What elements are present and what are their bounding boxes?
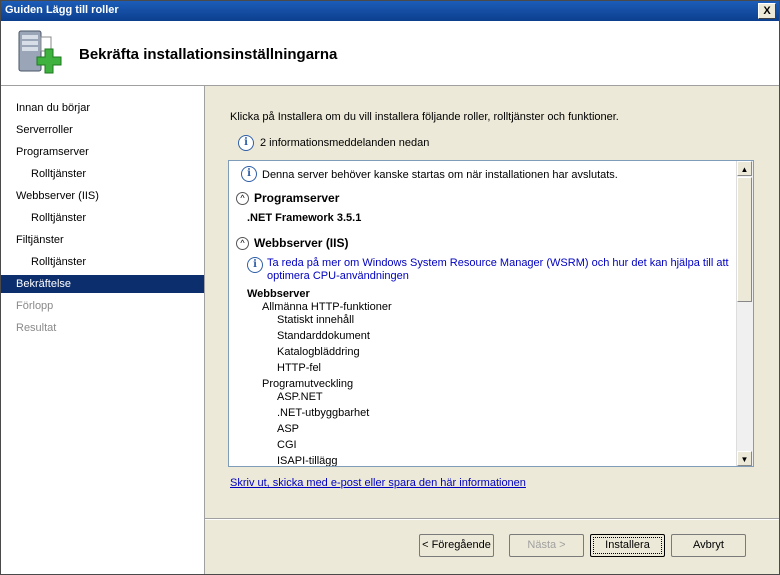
list-item: Standarddokument [277, 330, 370, 342]
collapse-webbserver-icon[interactable]: ^ [236, 237, 249, 250]
collapse-programserver-icon[interactable]: ^ [236, 192, 249, 205]
summary-list-content: i Denna server behöver kanske startas om… [229, 161, 736, 466]
wizard-header: Bekräfta installationsinställningarna [1, 21, 779, 86]
wsrm-link[interactable]: Ta reda på mer om Windows System Resourc… [267, 257, 729, 269]
step-programserver-rolltjanster[interactable]: Rolltjänster [1, 165, 204, 183]
step-label: Serverroller [16, 124, 73, 136]
previous-button[interactable]: < Föregående [419, 534, 494, 557]
footer-divider [205, 518, 779, 520]
scroll-down-icon[interactable]: ▼ [737, 451, 752, 466]
step-filtjanster-rolltjanster[interactable]: Rolltjänster [1, 253, 204, 271]
info-count-text: 2 informationsmeddelanden nedan [260, 137, 430, 149]
step-label: Filtjänster [16, 234, 64, 246]
summary-listbox[interactable]: i Denna server behöver kanske startas om… [228, 160, 754, 467]
page-title: Bekräfta installationsinställningarna [79, 46, 338, 63]
info-icon: i [247, 257, 263, 273]
step-label: Förlopp [16, 300, 54, 312]
list-item: Katalogbläddring [277, 346, 360, 358]
info-icon: i [238, 135, 254, 151]
close-button[interactable]: X [758, 3, 776, 19]
step-label: Webbserver (IIS) [16, 190, 99, 202]
scroll-thumb[interactable] [737, 177, 752, 302]
print-email-save-link[interactable]: Skriv ut, skicka med e-post eller spara … [230, 477, 526, 489]
restart-notice: Denna server behöver kanske startas om n… [262, 169, 618, 181]
step-label: Rolltjänster [31, 256, 87, 268]
step-programserver[interactable]: Programserver [1, 143, 204, 161]
vertical-scrollbar[interactable]: ▲ ▼ [736, 161, 753, 466]
sub-allmanna-http: Allmänna HTTP-funktioner [262, 301, 392, 313]
group-webbserver: Webbserver [247, 288, 310, 300]
list-item: CGI [277, 439, 297, 451]
step-forlopp: Förlopp [1, 297, 204, 315]
install-button[interactable]: Installera [590, 534, 665, 557]
step-bekraftelse[interactable]: Bekräftelse [1, 275, 204, 293]
cancel-button[interactable]: Avbryt [671, 534, 746, 557]
step-webbserver-rolltjanster[interactable]: Rolltjänster [1, 209, 204, 227]
wizard-steps-sidebar: Innan du börjar Serverroller Programserv… [1, 86, 205, 574]
step-label: Rolltjänster [31, 212, 87, 224]
list-item: ASP [277, 423, 300, 435]
net-framework-item: .NET Framework 3.5.1 [247, 212, 362, 224]
wizard-window: Guiden Lägg till roller X Bekräfta insta… [0, 0, 780, 575]
step-resultat: Resultat [1, 319, 204, 337]
window-title: Guiden Lägg till roller [5, 4, 119, 16]
main-content: Klicka på Installera om du vill installe… [205, 86, 779, 518]
next-button: Nästa > [509, 534, 584, 557]
server-add-role-icon [18, 30, 62, 74]
list-item: ASP.NET [277, 391, 323, 403]
step-label: Bekräftelse [16, 278, 72, 290]
section-webbserver-title: Webbserver (IIS) [254, 236, 349, 250]
step-label: Resultat [16, 322, 57, 334]
sub-programutveckling: Programutveckling [262, 378, 354, 390]
step-filtjanster[interactable]: Filtjänster [1, 231, 204, 249]
list-item: ISAPI-tillägg [277, 455, 338, 466]
scroll-up-icon[interactable]: ▲ [737, 161, 752, 176]
title-bar: Guiden Lägg till roller X [1, 1, 779, 21]
info-icon: i [241, 166, 257, 182]
section-programserver-title: Programserver [254, 191, 340, 205]
step-serverroller[interactable]: Serverroller [1, 121, 204, 139]
instruction-text: Klicka på Installera om du vill installe… [230, 111, 619, 123]
step-label: Innan du börjar [16, 102, 90, 114]
list-item: HTTP-fel [277, 362, 321, 374]
step-label: Rolltjänster [31, 168, 87, 180]
step-webbserver[interactable]: Webbserver (IIS) [1, 187, 204, 205]
wsrm-link-continued[interactable]: optimera CPU-användningen [267, 270, 409, 282]
list-item: Statiskt innehåll [277, 314, 355, 326]
list-item: .NET-utbyggbarhet [277, 407, 370, 419]
step-innan-du-borjar[interactable]: Innan du börjar [1, 99, 204, 117]
step-label: Programserver [16, 146, 89, 158]
